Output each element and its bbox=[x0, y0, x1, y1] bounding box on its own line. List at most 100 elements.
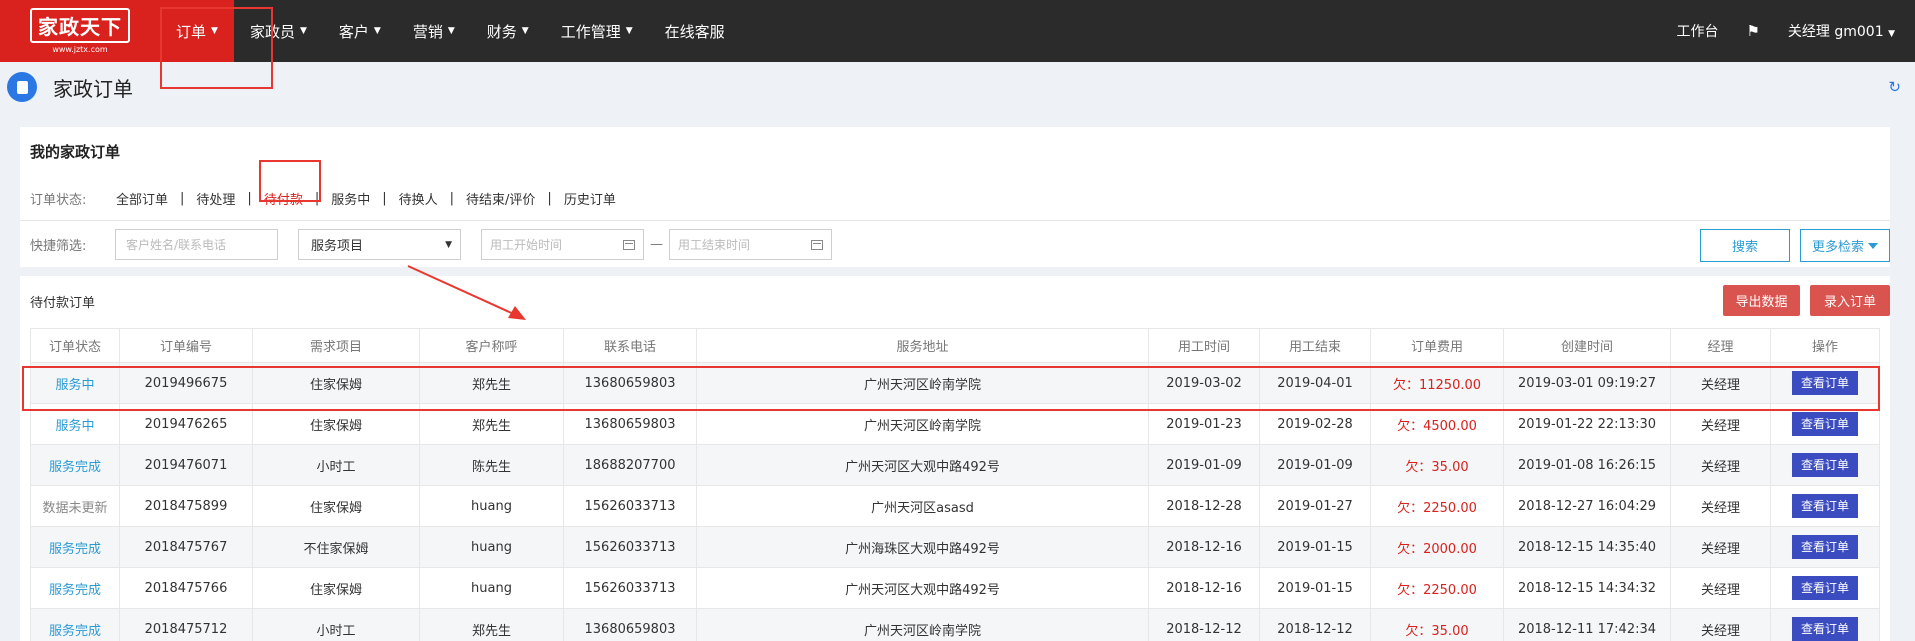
end-date: 2019-01-09 bbox=[1259, 444, 1371, 486]
caret-down-icon: ▼ bbox=[211, 26, 218, 36]
nav-item-3[interactable]: 营销 ▼ bbox=[397, 0, 471, 62]
start-date: 2018-12-28 bbox=[1148, 485, 1260, 527]
actions-cell: 查看订单 bbox=[1770, 485, 1880, 527]
actions-cell: 查看订单 bbox=[1770, 608, 1880, 641]
column-header: 需求项目 bbox=[252, 328, 420, 363]
order-id: 2019496675 bbox=[119, 362, 253, 404]
actions-cell: 查看订单 bbox=[1770, 567, 1880, 609]
service-item: 不住家保姆 bbox=[252, 526, 420, 568]
status-label: 订单状态: bbox=[30, 193, 87, 208]
order-status[interactable]: 服务完成 bbox=[30, 567, 120, 609]
service-item: 小时工 bbox=[252, 608, 420, 641]
orders-panel: 待付款订单 导出数据 录入订单 订单状态 订单编号 需求项目 客户称呼 联系电话 服务地址… bbox=[20, 276, 1890, 641]
nav-item-0[interactable]: 订单 ▼ bbox=[160, 0, 234, 62]
customer-name: 郑先生 bbox=[419, 362, 564, 404]
start-date: 2018-12-16 bbox=[1148, 567, 1260, 609]
order-status[interactable]: 数据未更新 bbox=[30, 485, 120, 527]
nav-item-2[interactable]: 客户 ▼ bbox=[323, 0, 397, 62]
pin-icon[interactable]: ⚑ bbox=[1746, 22, 1759, 40]
book-icon bbox=[7, 72, 37, 102]
calendar-icon bbox=[623, 239, 635, 250]
order-status[interactable]: 服务中 bbox=[30, 403, 120, 445]
table-row: 服务完成 2018475712 小时工 郑先生 13680659803 广州天河区岭南学院… bbox=[30, 608, 1880, 641]
search-button[interactable]: 搜索 bbox=[1700, 229, 1790, 262]
add-order-button[interactable]: 录入订单 bbox=[1810, 285, 1890, 316]
caret-down-icon: ▼ bbox=[373, 26, 381, 36]
page-header: 家政订单 ↻ bbox=[0, 62, 1915, 112]
view-order-button[interactable]: 查看订单 bbox=[1792, 371, 1858, 395]
status-tab-6[interactable]: 历史订单 bbox=[564, 189, 616, 208]
status-tab-3[interactable]: 服务中 bbox=[331, 189, 370, 208]
actions-cell: 查看订单 bbox=[1770, 526, 1880, 568]
nav-item-1[interactable]: 家政员 ▼ bbox=[234, 0, 323, 62]
end-date-placeholder: 用工结束时间 bbox=[678, 238, 751, 252]
column-header: 用工时间 bbox=[1148, 328, 1260, 363]
refresh-icon[interactable]: ↻ bbox=[1888, 78, 1901, 96]
panel-title: 我的家政订单 bbox=[30, 143, 121, 161]
user-name: 关经理 gm001 bbox=[1787, 24, 1884, 40]
created-time: 2018-12-27 16:04:29 bbox=[1503, 485, 1671, 527]
start-date: 2018-12-16 bbox=[1148, 526, 1260, 568]
tab-separator: | bbox=[180, 191, 185, 206]
tab-separator: | bbox=[382, 191, 387, 206]
start-date-input[interactable]: 用工开始时间 bbox=[481, 229, 644, 260]
status-tab-4[interactable]: 待换人 bbox=[399, 189, 438, 208]
end-date-input[interactable]: 用工结束时间 bbox=[669, 229, 832, 260]
status-tab-2[interactable]: 待付款 bbox=[264, 189, 303, 208]
address: 广州天河区大观中路492号 bbox=[696, 444, 1149, 486]
table-row: 服务中 2019476265 住家保姆 郑先生 13680659803 广州天河区岭南学院… bbox=[30, 403, 1880, 445]
caret-down-icon: ▼ bbox=[299, 26, 307, 36]
top-navbar: 家政天下 www.jztx.com 订单 ▼ 家政员 ▼ 客户 ▼ 营销 ▼ 财务 ▼ 工作管理 ▼ 在… bbox=[0, 0, 1915, 62]
customer-name: 陈先生 bbox=[419, 444, 564, 486]
customer-name: huang bbox=[419, 526, 564, 568]
view-order-button[interactable]: 查看订单 bbox=[1792, 535, 1858, 559]
service-item: 小时工 bbox=[252, 444, 420, 486]
view-order-button[interactable]: 查看订单 bbox=[1792, 494, 1858, 518]
order-fee: 欠：2250.00 bbox=[1370, 485, 1504, 527]
nav-item-label: 营销 bbox=[412, 22, 443, 41]
status-tab-5[interactable]: 待结束/评价 bbox=[466, 189, 535, 208]
export-button[interactable]: 导出数据 bbox=[1723, 285, 1800, 316]
user-menu[interactable]: 关经理 gm001 ▼ bbox=[1788, 21, 1895, 41]
manager: 关经理 bbox=[1670, 403, 1771, 445]
view-order-button[interactable]: 查看订单 bbox=[1792, 617, 1858, 641]
view-order-button[interactable]: 查看订单 bbox=[1792, 453, 1858, 477]
order-status[interactable]: 服务完成 bbox=[30, 526, 120, 568]
manager: 关经理 bbox=[1670, 485, 1771, 527]
page-title: 家政订单 bbox=[53, 76, 133, 101]
view-order-button[interactable]: 查看订单 bbox=[1792, 412, 1858, 436]
caret-down-icon bbox=[1868, 242, 1878, 249]
nav-item-4[interactable]: 财务 ▼ bbox=[471, 0, 545, 62]
nav-item-5[interactable]: 工作管理 ▼ bbox=[545, 0, 649, 62]
column-header: 订单状态 bbox=[30, 328, 120, 363]
tab-separator: | bbox=[247, 191, 252, 206]
address: 广州天河区岭南学院 bbox=[696, 362, 1149, 404]
customer-name: huang bbox=[419, 485, 564, 527]
status-tab-1[interactable]: 待处理 bbox=[196, 189, 235, 208]
created-time: 2019-01-08 16:26:15 bbox=[1503, 444, 1671, 486]
end-date: 2019-04-01 bbox=[1259, 362, 1371, 404]
order-id: 2018475712 bbox=[119, 608, 253, 641]
phone: 13680659803 bbox=[563, 608, 697, 641]
nav-item-6[interactable]: 在线客服 bbox=[649, 0, 741, 62]
order-id: 2018475766 bbox=[119, 567, 253, 609]
brand-logo[interactable]: 家政天下 www.jztx.com bbox=[0, 0, 160, 62]
address: 广州天河区asasd bbox=[696, 485, 1149, 527]
start-date-placeholder: 用工开始时间 bbox=[490, 238, 563, 252]
order-status[interactable]: 服务完成 bbox=[30, 608, 120, 641]
more-search-button[interactable]: 更多检索 bbox=[1800, 229, 1890, 262]
status-tab-0[interactable]: 全部订单 bbox=[116, 189, 168, 208]
view-order-button[interactable]: 查看订单 bbox=[1792, 576, 1858, 600]
order-status[interactable]: 服务中 bbox=[30, 362, 120, 404]
service-select[interactable]: 服务项目 ▼ bbox=[298, 229, 461, 260]
order-fee: 欠：2250.00 bbox=[1370, 567, 1504, 609]
address: 广州天河区岭南学院 bbox=[696, 403, 1149, 445]
workbench-link[interactable]: 工作台 bbox=[1676, 21, 1718, 41]
start-date: 2019-01-09 bbox=[1148, 444, 1260, 486]
order-id: 2018475899 bbox=[119, 485, 253, 527]
customer-search-input[interactable] bbox=[115, 229, 278, 260]
address: 广州天河区岭南学院 bbox=[696, 608, 1149, 641]
order-status[interactable]: 服务完成 bbox=[30, 444, 120, 486]
order-fee: 欠：35.00 bbox=[1370, 444, 1504, 486]
column-header: 服务地址 bbox=[696, 328, 1149, 363]
